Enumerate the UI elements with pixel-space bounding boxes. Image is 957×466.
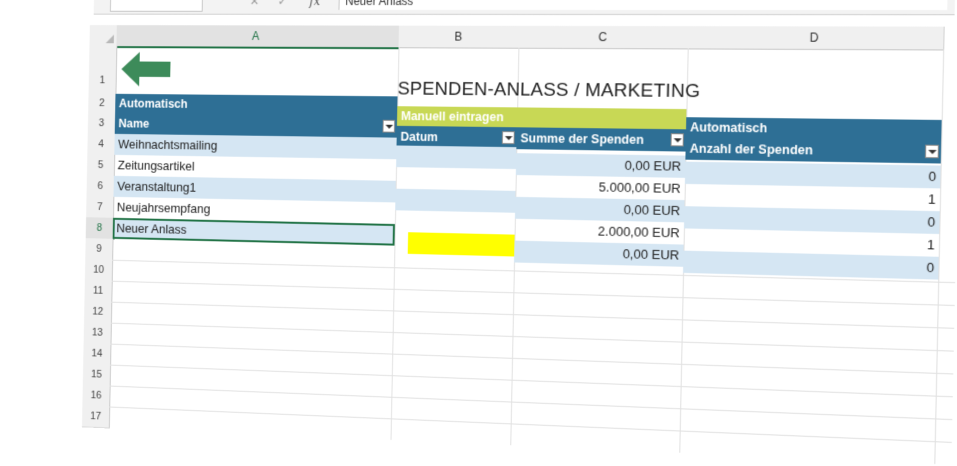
chevron-down-icon[interactable]: [501, 131, 515, 145]
row-header-3[interactable]: 3: [87, 112, 117, 135]
cell-datum[interactable]: [395, 210, 515, 234]
formula-input[interactable]: Neuer Anlass: [338, 0, 948, 11]
header-anzahl[interactable]: Anzahl der Spenden: [685, 137, 942, 164]
spreadsheet-window: ✕ ✓ fx Neuer Anlass A B C D 1 2 3 4 5 6 …: [32, 0, 957, 465]
cell-datum-highlighted[interactable]: [407, 232, 515, 257]
row-header-8[interactable]: 8: [85, 217, 115, 240]
cell-datum[interactable]: [395, 188, 516, 213]
enter-icon[interactable]: ✓: [272, 0, 293, 10]
row-header-10[interactable]: 10: [84, 259, 114, 282]
header-summe[interactable]: Summe der Spenden: [516, 127, 687, 152]
sheet-title: SPENDEN-ANLASS / MARKETING: [397, 78, 701, 103]
header-anzahl-label: Anzahl der Spenden: [689, 141, 814, 158]
header-datum-label: Datum: [400, 129, 438, 145]
header-name-label: Name: [118, 116, 150, 131]
formula-bar: ✕ ✓ fx Neuer Anlass: [93, 0, 956, 16]
row-header-2[interactable]: 2: [88, 93, 117, 114]
row-header-5[interactable]: 5: [86, 154, 116, 177]
row-header-13[interactable]: 13: [83, 321, 112, 345]
arrow-left-icon[interactable]: [121, 50, 171, 89]
gridline: [111, 280, 955, 306]
gridline: [109, 406, 952, 443]
fx-icon[interactable]: fx: [309, 0, 328, 10]
chevron-down-icon[interactable]: [924, 144, 939, 159]
cell-datum[interactable]: [396, 145, 517, 170]
cell-name-label: Neuer Anlass: [116, 220, 187, 237]
row-header-9[interactable]: 9: [85, 238, 114, 261]
row-header-11[interactable]: 11: [84, 279, 113, 303]
row-header-16[interactable]: 16: [82, 384, 111, 408]
chevron-down-icon[interactable]: [670, 133, 684, 147]
row-header-14[interactable]: 14: [83, 342, 112, 366]
column-header-a[interactable]: A: [116, 25, 400, 50]
cell-summe[interactable]: 5.000,00 EUR: [515, 175, 685, 200]
header-summe-label: Summe der Spenden: [520, 131, 644, 147]
select-all-button[interactable]: [89, 25, 118, 48]
row-header-6[interactable]: 6: [86, 175, 115, 198]
name-box[interactable]: [109, 0, 203, 12]
gridline: [111, 301, 955, 329]
column-header-d[interactable]: D: [687, 26, 945, 51]
cancel-icon[interactable]: ✕: [244, 0, 265, 10]
row-header-17[interactable]: 17: [81, 405, 111, 429]
cell-summe[interactable]: 0,00 EUR: [515, 153, 686, 178]
cell-datum[interactable]: [396, 167, 516, 191]
row-header-7[interactable]: 7: [86, 196, 115, 219]
row-header-15[interactable]: 15: [82, 363, 112, 387]
chevron-down-icon[interactable]: [382, 119, 396, 133]
cell-summe[interactable]: 0,00 EUR: [514, 240, 684, 267]
column-header-b[interactable]: B: [398, 25, 520, 49]
row-header-12[interactable]: 12: [84, 300, 113, 324]
row-header-1[interactable]: 1: [88, 46, 118, 95]
row-header-4[interactable]: 4: [87, 133, 116, 156]
column-header-c[interactable]: C: [518, 25, 690, 50]
